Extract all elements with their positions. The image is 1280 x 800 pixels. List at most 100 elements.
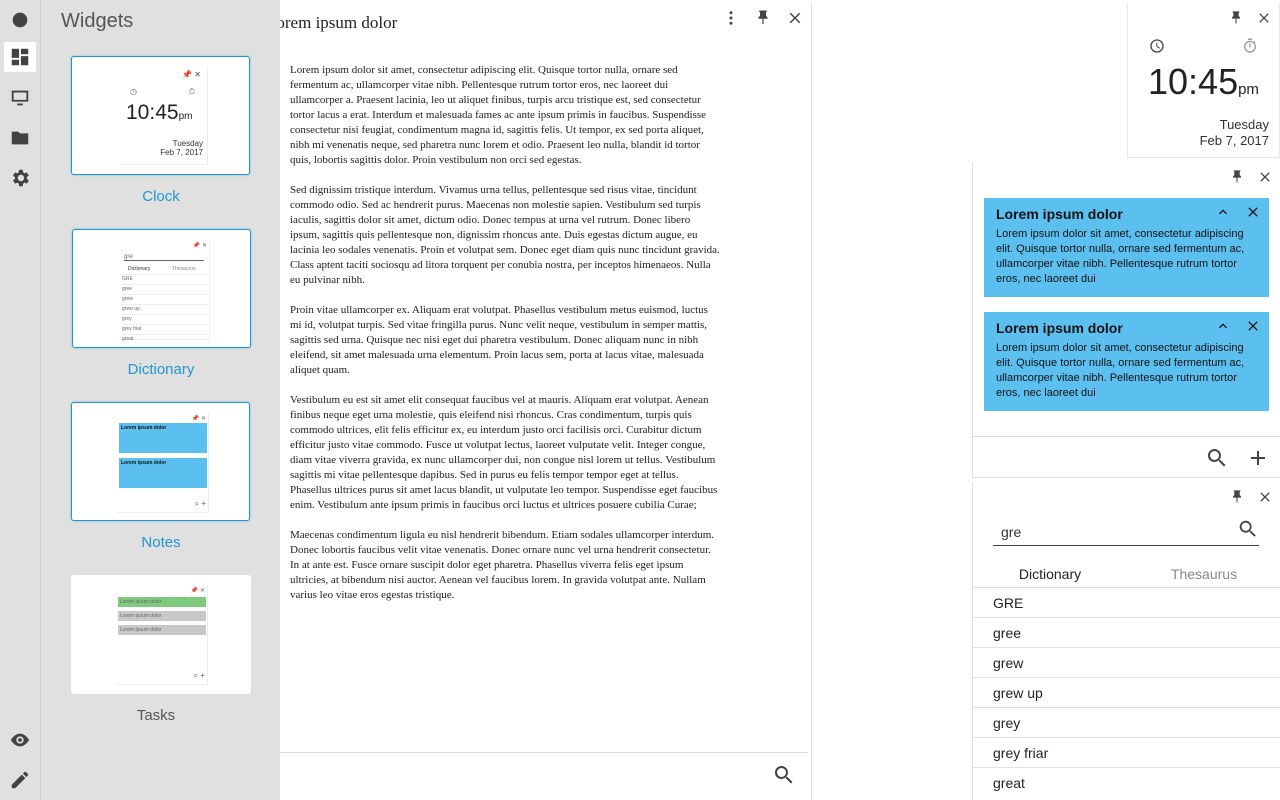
search-icon[interactable] bbox=[1205, 446, 1229, 475]
clock-day: Tuesday bbox=[1219, 117, 1269, 132]
list-item[interactable]: grew up bbox=[973, 677, 1280, 707]
thumb-pin-icon: 📌 ✕ bbox=[191, 416, 206, 422]
thumb-dict-word: great bbox=[122, 334, 208, 344]
gear-icon[interactable] bbox=[8, 166, 32, 190]
thumb-clock-day: Tuesday bbox=[172, 139, 203, 148]
note-card[interactable]: Lorem ipsum dolor Lorem ipsum dolor sit … bbox=[984, 198, 1269, 297]
note-body: Lorem ipsum dolor sit amet, consectetur … bbox=[996, 228, 1245, 285]
close-icon[interactable] bbox=[1245, 318, 1261, 339]
pin-icon[interactable] bbox=[1227, 9, 1245, 27]
app-root: Widgets 📌 ✕ ◷ ⏱ 10:45pm Tuesday Feb 7, 2… bbox=[0, 0, 1280, 800]
notes-thumbnail: 📌 ✕ Lorem ipsum dolor Lorem ipsum dolor … bbox=[117, 413, 209, 513]
doc-paragraph: Vestibulum eu est sit amet elit consequa… bbox=[290, 394, 718, 511]
chevron-up-icon[interactable] bbox=[1215, 318, 1231, 339]
clock-date: Feb 7, 2017 bbox=[1199, 133, 1269, 148]
list-item[interactable]: grew bbox=[973, 647, 1280, 677]
clock-icon[interactable] bbox=[1148, 37, 1166, 55]
chevron-up-icon[interactable] bbox=[1215, 204, 1231, 225]
search-icon[interactable] bbox=[1237, 518, 1259, 545]
widget-label-clock[interactable]: Clock bbox=[61, 188, 261, 205]
eye-icon[interactable] bbox=[8, 728, 32, 752]
thumb-note-title: Lorem ipsum dolor bbox=[121, 425, 167, 431]
pin-icon[interactable] bbox=[1228, 168, 1246, 186]
doc-paragraph: Proin vitae ullamcorper ex. Aliquam erat… bbox=[290, 304, 708, 376]
widget-label-dictionary[interactable]: Dictionary bbox=[61, 361, 261, 378]
list-item[interactable]: grey bbox=[973, 707, 1280, 737]
close-icon[interactable] bbox=[1256, 168, 1274, 186]
circle-icon[interactable] bbox=[8, 8, 32, 32]
note-card[interactable]: Lorem ipsum dolor Lorem ipsum dolor sit … bbox=[984, 312, 1269, 411]
pin-icon[interactable] bbox=[753, 8, 773, 28]
thumb-task: Lorem ipsum dolor bbox=[118, 625, 206, 635]
widget-card-dictionary[interactable]: 📌 ✕ gre Dictionary Thesaurus GRE gree gr… bbox=[72, 229, 251, 348]
list-item[interactable]: great bbox=[973, 767, 1280, 797]
thumb-dict-query: gre bbox=[124, 254, 204, 261]
thumb-clock-time: 10:45 bbox=[126, 101, 179, 124]
dictionary-query: gre bbox=[1001, 524, 1022, 540]
timer-icon[interactable] bbox=[1241, 37, 1259, 55]
doc-footer bbox=[280, 752, 808, 800]
close-icon[interactable] bbox=[1245, 204, 1261, 225]
thumb-dict-word: grew bbox=[122, 294, 208, 304]
thumb-note-title: Lorem ipsum dolor bbox=[121, 460, 167, 466]
widgets-panel: Widgets 📌 ✕ ◷ ⏱ 10:45pm Tuesday Feb 7, 2… bbox=[41, 0, 280, 800]
dictionary-results: GRE gree grew grew up grey grey friar gr… bbox=[973, 587, 1280, 797]
widget-label-tasks[interactable]: Tasks bbox=[56, 707, 256, 724]
close-icon[interactable] bbox=[785, 8, 805, 28]
folder-icon[interactable] bbox=[8, 126, 32, 150]
notes-footer bbox=[973, 436, 1280, 478]
dictionary-search-input[interactable]: gre bbox=[993, 518, 1259, 546]
doc-paragraph: Sed dignissim tristique interdum. Vivamu… bbox=[290, 184, 720, 286]
list-item[interactable]: grey friar bbox=[973, 737, 1280, 767]
thumb-dict-word: gree bbox=[122, 284, 208, 294]
thumb-pin-icon: 📌 ✕ bbox=[182, 70, 201, 79]
tab-thesaurus[interactable]: Thesaurus bbox=[1127, 560, 1280, 588]
thumb-dict-word: GRE bbox=[122, 274, 208, 284]
thumb-tasks-actions: ⌕ + bbox=[193, 671, 205, 680]
dictionary-tabs: Dictionary Thesaurus bbox=[973, 560, 1280, 588]
search-icon[interactable] bbox=[772, 763, 796, 792]
thumb-dict-word: grey friar bbox=[122, 324, 208, 334]
panel-title: Widgets bbox=[61, 10, 134, 32]
icon-rail bbox=[0, 0, 41, 800]
widget-label-notes[interactable]: Notes bbox=[61, 534, 261, 551]
clock-widget: 10:45pm Tuesday Feb 7, 2017 bbox=[1127, 3, 1280, 158]
thumb-pin-icon: 📌 ✕ bbox=[192, 243, 207, 249]
notes-widget: Lorem ipsum dolor Lorem ipsum dolor sit … bbox=[972, 162, 1280, 478]
thumb-dict-word: grey bbox=[122, 314, 208, 324]
thumb-pin-icon: 📌 ✕ bbox=[190, 588, 205, 594]
clock-thumbnail: 📌 ✕ ◷ ⏱ 10:45pm Tuesday Feb 7, 2017 bbox=[118, 67, 208, 165]
list-item[interactable]: gree bbox=[973, 617, 1280, 647]
pin-icon[interactable] bbox=[1228, 488, 1246, 506]
pencil-icon[interactable] bbox=[8, 768, 32, 792]
doc-paragraph: Lorem ipsum dolor sit amet, consectetur … bbox=[290, 64, 707, 166]
list-item[interactable]: GRE bbox=[973, 587, 1280, 617]
note-body: Lorem ipsum dolor sit amet, consectetur … bbox=[996, 342, 1245, 399]
clock-ampm: pm bbox=[1238, 81, 1259, 98]
close-icon[interactable] bbox=[1255, 9, 1273, 27]
thumb-clock-icon: ◷ bbox=[130, 87, 137, 96]
thumb-dict-word: grew up bbox=[122, 304, 208, 314]
close-icon[interactable] bbox=[1256, 488, 1274, 506]
more-vert-icon[interactable] bbox=[721, 8, 741, 28]
monitor-icon[interactable] bbox=[8, 86, 32, 110]
add-icon[interactable] bbox=[1246, 446, 1270, 475]
dictionary-thumbnail: 📌 ✕ gre Dictionary Thesaurus GRE gree gr… bbox=[118, 240, 210, 342]
document-window: Lorem ipsum dolor Lorem ipsum dolor sit … bbox=[280, 3, 812, 800]
widget-card-tasks[interactable]: 📌 ✕ Lorem ipsum dolor Lorem ipsum dolor … bbox=[71, 575, 251, 694]
clock-time: 10:45 bbox=[1148, 61, 1239, 102]
widget-card-notes[interactable]: 📌 ✕ Lorem ipsum dolor Lorem ipsum dolor … bbox=[71, 402, 250, 521]
thumb-task: Lorem ipsum dolor bbox=[118, 597, 206, 607]
document-body: Lorem ipsum dolor sit amet, consectetur … bbox=[290, 63, 722, 618]
tab-dictionary[interactable]: Dictionary bbox=[973, 560, 1127, 588]
dashboard-icon[interactable] bbox=[4, 42, 36, 72]
thumb-clock-date: Feb 7, 2017 bbox=[160, 148, 203, 157]
widget-card-clock[interactable]: 📌 ✕ ◷ ⏱ 10:45pm Tuesday Feb 7, 2017 bbox=[71, 56, 250, 175]
thumb-dict-list: GRE gree grew grew up grey grey friar gr… bbox=[122, 274, 208, 344]
doc-toolbar bbox=[721, 8, 805, 28]
thumb-clock-ampm: pm bbox=[178, 111, 193, 122]
dictionary-widget: gre Dictionary Thesaurus GRE gree grew g… bbox=[972, 482, 1280, 800]
document-title: Lorem ipsum dolor bbox=[280, 13, 398, 32]
thumb-notes-actions: ⌕ + bbox=[194, 499, 206, 508]
thumb-dict-tab1: Dictionary bbox=[128, 266, 151, 272]
